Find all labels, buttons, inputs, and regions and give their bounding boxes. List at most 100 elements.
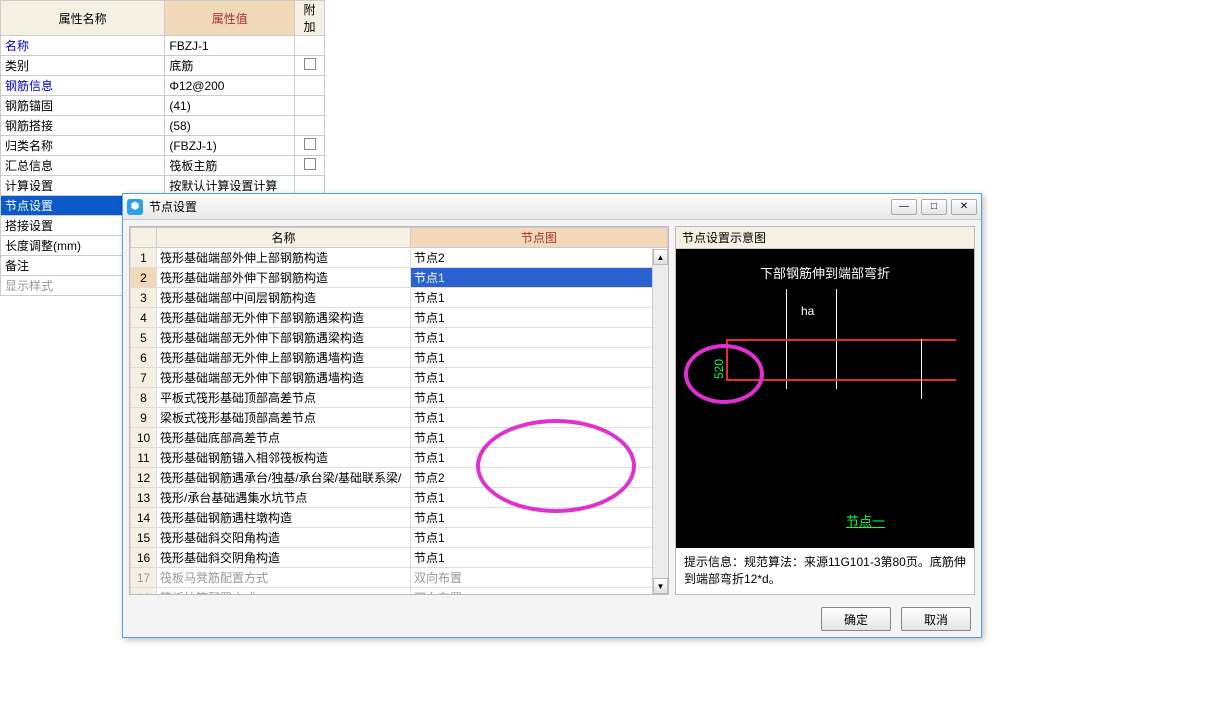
row-number: 10 — [131, 428, 157, 448]
node-name: 筏形基础端部无外伸上部钢筋遇墙构造 — [157, 348, 411, 368]
prop-value[interactable]: Φ12@200 — [165, 76, 295, 96]
node-row[interactable]: 13筏形/承台基础遇集水坑节点节点1 — [131, 488, 668, 508]
node-row[interactable]: 11筏形基础钢筋锚入相邻筏板构造节点1 — [131, 448, 668, 468]
checkbox-icon[interactable] — [304, 58, 316, 70]
prop-name: 钢筋搭接 — [1, 116, 165, 136]
prop-value[interactable]: (41) — [165, 96, 295, 116]
node-row[interactable]: 15筏形基础斜交阳角构造节点1 — [131, 528, 668, 548]
node-diagram-cell[interactable]: 节点1 — [411, 328, 668, 348]
prop-value[interactable]: 筏板主筋 — [165, 156, 295, 176]
checkbox-icon[interactable] — [304, 158, 316, 170]
preview-caption: 下部钢筋伸到端部弯折 — [676, 263, 974, 282]
prop-extra[interactable] — [295, 156, 325, 176]
node-diagram-cell[interactable]: 节点2 — [411, 468, 668, 488]
scroll-down-icon[interactable]: ▼ — [653, 578, 668, 594]
node-diagram-cell[interactable]: 节点1 — [411, 448, 668, 468]
node-row[interactable]: 4筏形基础端部无外伸下部钢筋遇梁构造节点1 — [131, 308, 668, 328]
node-diagram-cell[interactable]: 节点1 — [411, 368, 668, 388]
node-name: 梁板式筏形基础顶部高差节点 — [157, 408, 411, 428]
node-diagram-cell[interactable]: 双向布置 — [411, 568, 668, 588]
node-diagram-cell[interactable]: 节点1 — [411, 488, 668, 508]
preview-node-link[interactable]: 节点一 — [846, 511, 885, 530]
cancel-button[interactable]: 取消 — [901, 607, 971, 631]
property-row[interactable]: 名称FBZJ-1 — [1, 36, 325, 56]
node-diagram-cell[interactable]: 节点2 — [411, 248, 668, 268]
row-number: 11 — [131, 448, 157, 468]
node-diagram-cell[interactable]: 节点1 — [411, 308, 668, 328]
scrollbar[interactable]: ▲ ▼ — [652, 249, 668, 594]
node-diagram-cell[interactable]: 节点1 — [411, 408, 668, 428]
prop-value[interactable]: 底筋 — [165, 56, 295, 76]
node-name: 筏形基础钢筋遇承台/独基/承台梁/基础联系梁/ — [157, 468, 411, 488]
prop-extra[interactable] — [295, 56, 325, 76]
prop-value[interactable]: FBZJ-1 — [165, 36, 295, 56]
col-header-extra: 附加 — [295, 1, 325, 36]
node-name: 筏形基础端部无外伸下部钢筋遇梁构造 — [157, 308, 411, 328]
node-row[interactable]: 16筏形基础斜交阴角构造节点1 — [131, 548, 668, 568]
scroll-up-icon[interactable]: ▲ — [653, 249, 668, 265]
property-row[interactable]: 汇总信息筏板主筋 — [1, 156, 325, 176]
node-name: 筏形基础斜交阴角构造 — [157, 548, 411, 568]
node-diagram-cell[interactable]: 节点1 — [411, 528, 668, 548]
property-row[interactable]: 归类名称(FBZJ-1) — [1, 136, 325, 156]
node-row[interactable]: 8平板式筏形基础顶部高差节点节点1 — [131, 388, 668, 408]
node-row[interactable]: 17筏板马凳筋配置方式双向布置 — [131, 568, 668, 588]
property-row[interactable]: 类别底筋 — [1, 56, 325, 76]
preview-panel: 节点设置示意图 下部钢筋伸到端部弯折 ha 520 — [675, 226, 975, 595]
node-row[interactable]: 10筏形基础底部高差节点节点1 — [131, 428, 668, 448]
row-number: 16 — [131, 548, 157, 568]
property-row[interactable]: 钢筋信息Φ12@200 — [1, 76, 325, 96]
node-row[interactable]: 5筏形基础端部无外伸下部钢筋遇梁构造节点1 — [131, 328, 668, 348]
hint-label: 提示信息： — [684, 555, 744, 569]
property-row[interactable]: 钢筋锚固(41) — [1, 96, 325, 116]
node-row[interactable]: 14筏形基础钢筋遇柱墩构造节点1 — [131, 508, 668, 528]
node-diagram-cell[interactable]: 节点1 — [411, 388, 668, 408]
prop-extra[interactable] — [295, 116, 325, 136]
node-diagram-cell[interactable]: 双向布置 — [411, 588, 668, 596]
close-button[interactable]: ✕ — [951, 199, 977, 215]
prop-extra[interactable] — [295, 76, 325, 96]
node-row[interactable]: 6筏形基础端部无外伸上部钢筋遇墙构造节点1 — [131, 348, 668, 368]
node-name: 筏形/承台基础遇集水坑节点 — [157, 488, 411, 508]
node-diagram-cell[interactable]: 节点1 — [411, 548, 668, 568]
property-row[interactable]: 钢筋搭接(58) — [1, 116, 325, 136]
node-row[interactable]: 2筏形基础端部外伸下部钢筋构造节点1 — [131, 268, 668, 288]
node-diagram-cell[interactable]: 节点1 — [411, 268, 668, 288]
prop-value[interactable]: (58) — [165, 116, 295, 136]
node-row[interactable]: 1筏形基础端部外伸上部钢筋构造节点2 — [131, 248, 668, 268]
node-row[interactable]: 7筏形基础端部无外伸下部钢筋遇墙构造节点1 — [131, 368, 668, 388]
prop-extra[interactable] — [295, 96, 325, 116]
hint-box: 提示信息：规范算法：来源11G101-3第80页。底筋伸到端部弯折12*d。 — [676, 548, 974, 594]
row-number: 9 — [131, 408, 157, 428]
node-list-pane: 名称 节点图 1筏形基础端部外伸上部钢筋构造节点22筏形基础端部外伸下部钢筋构造… — [129, 226, 669, 595]
node-settings-dialog: ⬢ 节点设置 — □ ✕ 名称 节点图 1筏形基础端部外伸上部钢筋构造节点22筏… — [122, 193, 982, 638]
col-header-name: 名称 — [157, 228, 411, 248]
row-number: 18 — [131, 588, 157, 596]
prop-name: 类别 — [1, 56, 165, 76]
node-diagram-cell[interactable]: 节点1 — [411, 508, 668, 528]
ok-button[interactable]: 确定 — [821, 607, 891, 631]
prop-extra[interactable] — [295, 136, 325, 156]
node-diagram-cell[interactable]: 节点1 — [411, 348, 668, 368]
prop-name: 钢筋锚固 — [1, 96, 165, 116]
col-header-num — [131, 228, 157, 248]
checkbox-icon[interactable] — [304, 138, 316, 150]
row-number: 7 — [131, 368, 157, 388]
node-row[interactable]: 9梁板式筏形基础顶部高差节点节点1 — [131, 408, 668, 428]
node-diagram-cell[interactable]: 节点1 — [411, 428, 668, 448]
node-row[interactable]: 18筏板拉筋配置方式双向布置 — [131, 588, 668, 596]
row-number: 6 — [131, 348, 157, 368]
node-row[interactable]: 3筏形基础端部中间层钢筋构造节点1 — [131, 288, 668, 308]
minimize-button[interactable]: — — [891, 199, 917, 215]
node-name: 筏形基础端部外伸上部钢筋构造 — [157, 248, 411, 268]
node-diagram-cell[interactable]: 节点1 — [411, 288, 668, 308]
dialog-titlebar[interactable]: ⬢ 节点设置 — □ ✕ — [123, 194, 981, 220]
node-name: 筏形基础斜交阳角构造 — [157, 528, 411, 548]
node-row[interactable]: 12筏形基础钢筋遇承台/独基/承台梁/基础联系梁/节点2 — [131, 468, 668, 488]
maximize-button[interactable]: □ — [921, 199, 947, 215]
prop-name: 汇总信息 — [1, 156, 165, 176]
row-number: 5 — [131, 328, 157, 348]
prop-value[interactable]: (FBZJ-1) — [165, 136, 295, 156]
prop-extra[interactable] — [295, 36, 325, 56]
prop-name: 名称 — [1, 36, 165, 56]
